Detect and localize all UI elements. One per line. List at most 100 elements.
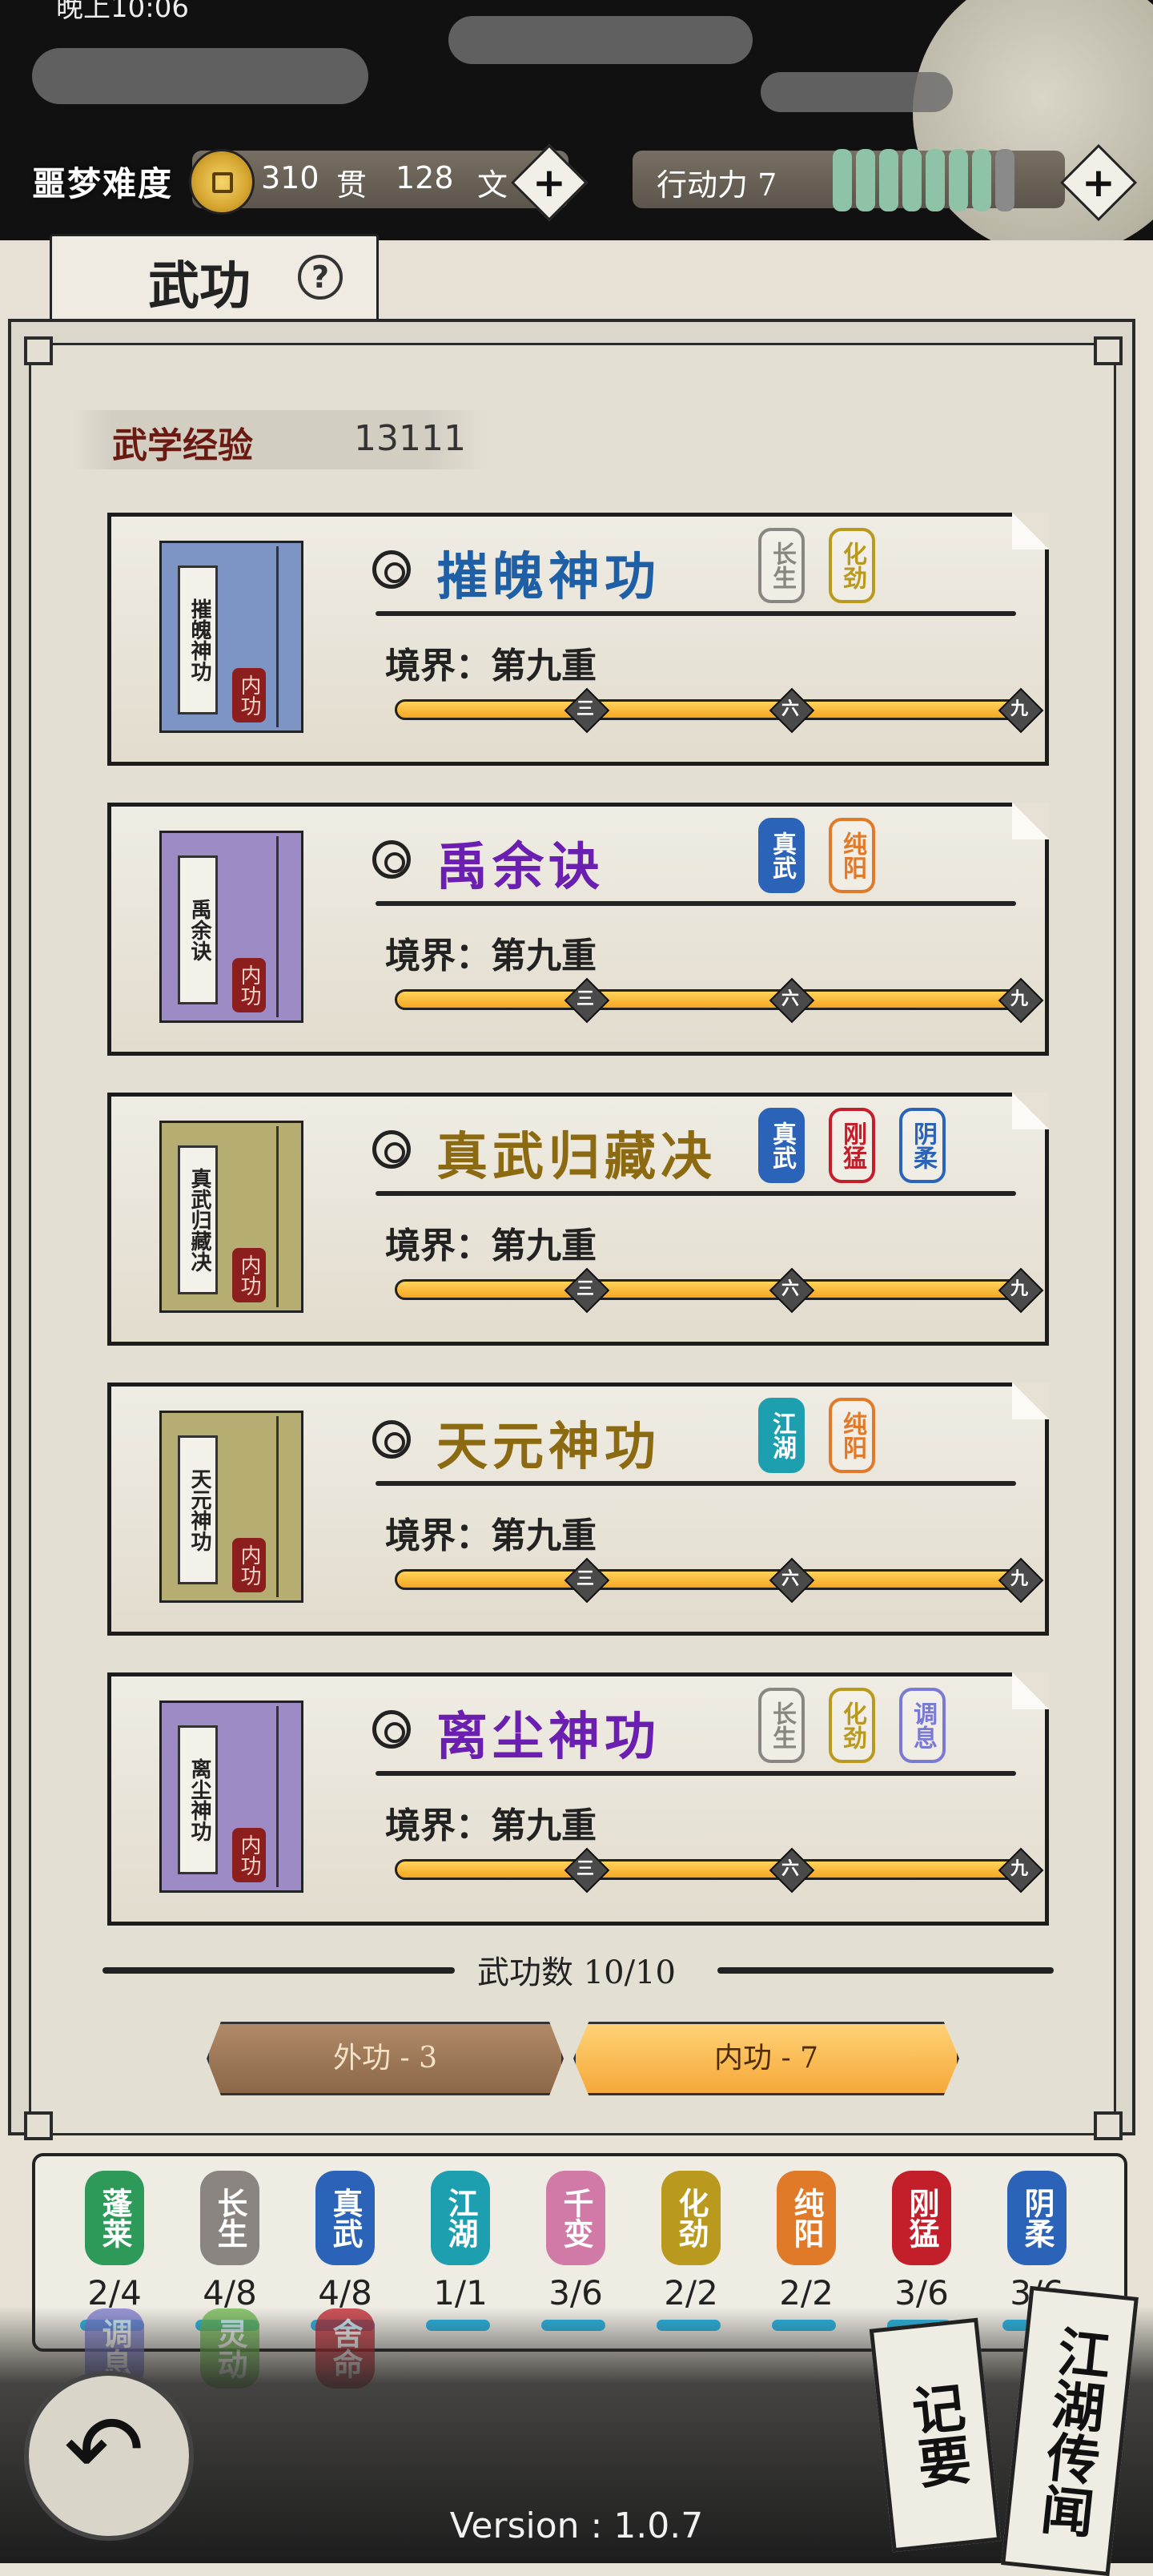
version-label: Version : 1.0.7 xyxy=(449,2506,704,2546)
book-title: 禹余诀 xyxy=(178,855,218,1004)
experience-label: 武学经验 xyxy=(112,425,253,466)
book-title: 天元神功 xyxy=(178,1435,218,1584)
energy-segment xyxy=(972,149,991,211)
skill-realm: 境界：第九重 xyxy=(385,1226,597,1266)
book-title: 离尘神功 xyxy=(178,1725,218,1874)
energy-segment xyxy=(833,149,852,211)
book-type-seal: 内功 xyxy=(232,1538,266,1592)
status-time: 晚上10:06 xyxy=(56,0,189,24)
trait-tag[interactable]: 化劲 xyxy=(829,1688,875,1763)
skill-progress-bar xyxy=(395,1279,1019,1300)
trait-tag[interactable]: 长生 xyxy=(758,1688,805,1763)
skill-type-icon xyxy=(372,1710,411,1749)
trait-badge[interactable]: 刚猛 xyxy=(892,2171,951,2265)
status-icons xyxy=(881,0,1089,8)
skill-type-icon xyxy=(372,1420,411,1459)
progress-node-label: 六 xyxy=(781,1568,799,1589)
corner-ornament xyxy=(1094,2111,1123,2140)
skill-realm: 境界：第九重 xyxy=(385,936,597,976)
trait-tag[interactable]: 真武 xyxy=(758,818,805,893)
trait-tag[interactable]: 调息 xyxy=(899,1688,946,1763)
trait-tag[interactable]: 化劲 xyxy=(829,528,875,603)
plus-icon: + xyxy=(532,159,566,206)
page-fold xyxy=(1012,513,1049,549)
trait-tag[interactable]: 长生 xyxy=(758,528,805,603)
skill-card[interactable]: 天元神功 内功 天元神功 境界：第九重 三 六 九 江湖 纯阳 xyxy=(107,1383,1049,1636)
skill-type-icon xyxy=(372,840,411,879)
skill-card[interactable]: 摧魄神功 内功 摧魄神功 境界：第九重 三 六 九 长生 化劲 xyxy=(107,513,1049,766)
trait-badge[interactable]: 蓬莱 xyxy=(85,2171,144,2265)
skill-name: 摧魄神功 xyxy=(436,547,661,607)
energy-segment xyxy=(879,149,898,211)
progress-node-label: 六 xyxy=(781,698,799,719)
book-icon: 真武归藏决 内功 xyxy=(159,1121,303,1313)
book-spine xyxy=(276,1126,296,1307)
divider xyxy=(376,1191,1016,1196)
skill-card[interactable]: 离尘神功 内功 离尘神功 境界：第九重 三 六 九 长生 化劲 调息 xyxy=(107,1672,1049,1926)
skill-progress-bar xyxy=(395,699,1019,720)
corner-ornament xyxy=(24,2111,53,2140)
skill-name: 真武归藏决 xyxy=(436,1127,717,1187)
book-title: 摧魄神功 xyxy=(178,566,218,714)
progress-node-label: 九 xyxy=(1010,1858,1028,1879)
book-title: 真武归藏决 xyxy=(178,1145,218,1294)
energy-segment xyxy=(926,149,945,211)
progress-node-label: 三 xyxy=(576,1568,594,1589)
trait-badge[interactable]: 化劲 xyxy=(661,2171,721,2265)
progress-node-label: 六 xyxy=(781,1858,799,1879)
trait-badge[interactable]: 长生 xyxy=(200,2171,259,2265)
skill-realm: 境界：第九重 xyxy=(385,1515,597,1556)
trait-tag[interactable]: 刚猛 xyxy=(829,1108,875,1183)
skill-card[interactable]: 禹余诀 内功 禹余诀 境界：第九重 三 六 九 真武 纯阳 xyxy=(107,803,1049,1056)
tab-title: 武功 xyxy=(148,256,251,316)
trait-tag[interactable]: 纯阳 xyxy=(829,818,875,893)
internal-skills-button[interactable]: 内功 - 7 xyxy=(573,2022,959,2095)
energy-label: 行动力 7 xyxy=(657,167,777,203)
trait-badge[interactable]: 纯阳 xyxy=(777,2171,836,2265)
trait-badge[interactable]: 阴柔 xyxy=(1007,2171,1067,2265)
divider xyxy=(376,901,1016,906)
trait-badge[interactable]: 千变 xyxy=(546,2171,605,2265)
money-guan-unit: 贯 xyxy=(336,167,368,203)
divider xyxy=(376,1481,1016,1486)
energy-segment xyxy=(856,149,875,211)
external-skills-button[interactable]: 外功 - 3 xyxy=(207,2022,564,2095)
trait-tag[interactable]: 真武 xyxy=(758,1108,805,1183)
plus-icon: + xyxy=(1082,159,1115,206)
book-icon: 离尘神功 内功 xyxy=(159,1701,303,1893)
skill-type-icon xyxy=(372,550,411,589)
corner-ornament xyxy=(1094,336,1123,365)
book-type-seal: 内功 xyxy=(232,1248,266,1302)
skill-count: 武功数 10/10 xyxy=(477,1954,676,1991)
skill-name: 天元神功 xyxy=(436,1417,661,1477)
experience-value: 13111 xyxy=(354,418,466,459)
energy-segment xyxy=(949,149,968,211)
trait-badge[interactable]: 江湖 xyxy=(431,2171,490,2265)
progress-node-label: 九 xyxy=(1010,1278,1028,1299)
corner-ornament xyxy=(24,336,53,365)
divider xyxy=(376,1771,1016,1776)
money-wen-unit: 文 xyxy=(477,167,508,203)
help-icon[interactable]: ? xyxy=(298,255,343,300)
trait-tag[interactable]: 阴柔 xyxy=(899,1108,946,1183)
trait-tag[interactable]: 江湖 xyxy=(758,1398,805,1473)
difficulty-label: 噩梦难度 xyxy=(32,164,174,203)
coin-icon xyxy=(189,149,255,215)
skill-name: 禹余诀 xyxy=(436,837,605,897)
progress-node-label: 九 xyxy=(1010,698,1028,719)
skill-card[interactable]: 真武归藏决 内功 真武归藏决 境界：第九重 三 六 九 真武 刚猛 阴柔 xyxy=(107,1093,1049,1346)
page-fold xyxy=(1012,1672,1049,1709)
trait-badge[interactable]: 真武 xyxy=(315,2171,375,2265)
book-icon: 禹余诀 内功 xyxy=(159,831,303,1023)
energy-segment xyxy=(902,149,922,211)
divider xyxy=(376,611,1016,616)
skill-type-icon xyxy=(372,1130,411,1169)
moon-decoration xyxy=(913,0,1153,256)
book-spine xyxy=(276,546,296,727)
progress-node-label: 六 xyxy=(781,1278,799,1299)
trait-tag[interactable]: 纯阳 xyxy=(829,1398,875,1473)
progress-node-label: 九 xyxy=(1010,1568,1028,1589)
progress-node-label: 九 xyxy=(1010,988,1028,1009)
cloud-decoration xyxy=(448,16,753,64)
book-type-seal: 内功 xyxy=(232,1828,266,1882)
